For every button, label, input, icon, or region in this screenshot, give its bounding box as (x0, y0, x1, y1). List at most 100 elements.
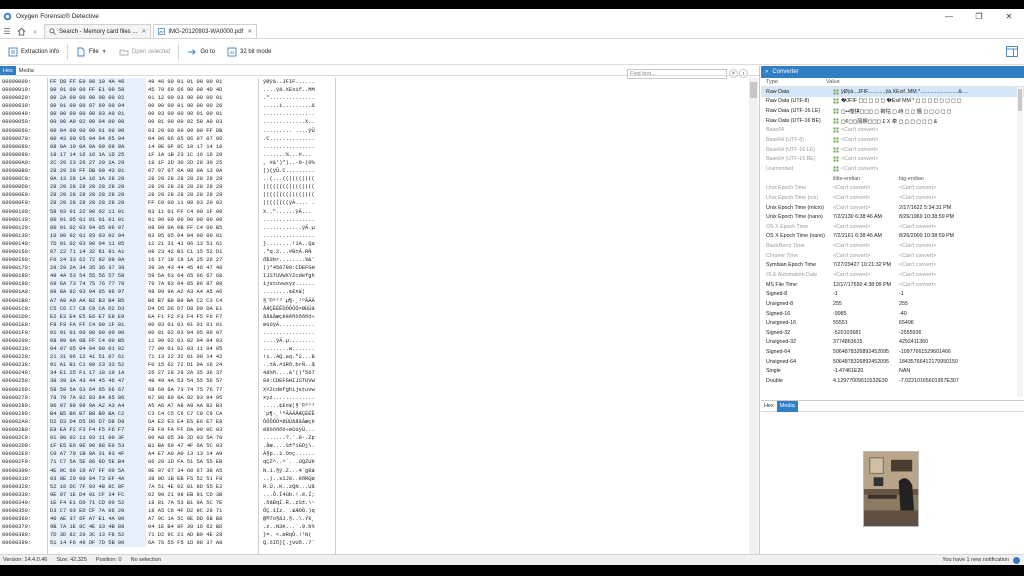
little-endian-value[interactable]: <Can't convert> (833, 272, 899, 278)
extraction-info-button[interactable]: Extraction info (4, 42, 63, 62)
hex-row[interactable]: 00000020: 00 2A 00 00 00 08 00 02 01 12 00… (0, 94, 760, 103)
hex-row[interactable]: 00000220: 21 31 06 12 41 51 07 61 71 13 22… (0, 353, 760, 362)
hex-bytes-low[interactable]: 7D 01 02 03 00 04 11 05 (50, 239, 146, 248)
converter-row[interactable]: Base64 <Can't convert> (761, 126, 1024, 136)
hex-bytes-low[interactable]: 34 E1 25 F1 17 18 19 1A (50, 369, 146, 378)
hex-ascii[interactable]: ............ÿÄ.µ (263, 224, 315, 232)
big-endian-value[interactable]: -7.02210165601957E307 (899, 378, 959, 384)
hex-bytes-high[interactable]: 00 01 00 00 02 58 A0 03 (148, 118, 244, 126)
hex-bytes-low[interactable]: 00 00 00 00 00 03 A0 01 (50, 110, 146, 119)
hex-ascii[interactable]: ÅÆÇÈÉÊÒÓÔÕÖ×ØÙÚá (263, 305, 315, 313)
hex-row[interactable]: 00000030: 00 01 00 00 87 69 00 04 00 00 00… (0, 102, 760, 111)
hex-ascii[interactable]: éêòóôõö÷øùúÿÚ... (263, 426, 315, 434)
hex-bytes-high[interactable]: 07 07 07 0A 08 0A 13 0A (148, 167, 244, 175)
converter-value[interactable]: <Can't convert> (841, 147, 1021, 153)
hex-ascii[interactable]: qÇZ^..^´. .úQZUë (263, 458, 315, 466)
hex-bytes-low[interactable]: 9E 07 1E D4 01 CF 34 FC (50, 490, 146, 499)
hex-bytes-high[interactable]: 28 28 28 28 28 28 28 28 (148, 175, 244, 183)
hex-bytes-low[interactable]: 08 09 0A 0B FF C4 00 B5 (50, 337, 146, 346)
minimize-button[interactable]: — (934, 9, 964, 24)
notification-icon[interactable] (1013, 556, 1020, 564)
hex-bytes-low[interactable]: 2C 20 23 26 27 29 2A 29 (50, 158, 146, 168)
hex-bytes-low[interactable]: 08 0A 10 0A 0A 09 09 0A (50, 142, 146, 151)
hex-ascii[interactable]: âãäåæçèéêñòóôõö÷ (263, 313, 315, 321)
hex-bytes-high[interactable]: 79 7A 83 84 85 86 87 88 (148, 280, 244, 288)
hex-bytes-high[interactable]: 9E 07 07 34 60 67 38 A5 (148, 467, 244, 475)
tab-media-preview[interactable]: Media (776, 400, 798, 412)
home-icon[interactable] (14, 24, 28, 38)
hex-bytes-high[interactable]: 45 78 69 66 00 00 4D 4D (148, 86, 244, 94)
hex-ascii[interactable]: øùúÿÄ........... (263, 321, 315, 329)
open-selected-button[interactable]: Open selected (115, 42, 175, 62)
hex-bytes-low[interactable]: F0 24 33 62 72 82 09 0A (50, 256, 146, 265)
hex-bytes-high[interactable]: 03 05 05 04 04 00 00 01 (148, 232, 244, 240)
converter-value[interactable]: <Can't convert> (841, 137, 1021, 143)
hex-row[interactable]: 000002B0: E9 EA F2 F3 F4 F5 F6 F7 F8 F9 FA… (0, 426, 760, 435)
hex-row[interactable]: 00000300: 4E 0C 69 10 A7 FF 00 5A 9E 07 07… (0, 466, 760, 475)
hex-row[interactable]: 00000160: F0 24 33 62 72 82 09 0A 16 17 18… (0, 256, 760, 265)
hex-row[interactable]: 00000310: 03 8E 29 00 84 73 EF 4A 38 0D 1B… (0, 474, 760, 483)
hex-ascii[interactable]: .C.............. (263, 135, 315, 143)
converter-row[interactable]: OS X Epoch Time <Can't convert> <Can't con… (761, 222, 1024, 232)
converter-row[interactable]: Unsigned-64 5064878326892452095 1843576641… (761, 357, 1024, 367)
big-endian-value[interactable]: 8/26/1969 10:38:59 PM (899, 214, 954, 220)
go-to-button[interactable]: Go to (183, 42, 219, 62)
hex-bytes-high[interactable]: 49 46 00 01 01 00 00 01 (148, 78, 244, 86)
hex-row[interactable]: 00000340: 1E F4 E1 D0 71 CD 00 52 18 81 7A… (0, 498, 760, 507)
double-chevron-right-icon[interactable]: » (765, 69, 768, 75)
hex-row[interactable]: 000000B0: 28 29 28 FF DB 00 43 01 07 07 07… (0, 167, 760, 176)
hex-bytes-low[interactable]: 28 29 2A 34 35 36 37 38 (50, 264, 146, 273)
big-endian-value[interactable]: -10977661529601466 (899, 349, 951, 355)
hex-row[interactable]: 00000130: 10 00 02 01 03 03 02 04 03 05 05… (0, 231, 760, 240)
copy-icon[interactable] (833, 89, 839, 95)
hex-bytes-low[interactable]: B4 B5 B6 B7 B8 B9 BA C2 (50, 409, 146, 418)
hex-row[interactable]: 00000010: 00 01 00 00 FF E1 00 58 45 78 69… (0, 86, 760, 95)
hex-row[interactable]: 000000C0: 0A 13 28 1A 16 1A 28 28 28 28 28… (0, 175, 760, 184)
hex-ascii[interactable]: 4á%ñ....&'()*567 (263, 369, 315, 377)
hex-ascii[interactable]: ."q.2...#B±Á.RÑ (263, 248, 312, 256)
hex-ascii[interactable]: .......%...#... (263, 151, 315, 159)
hex-bytes-low[interactable]: 58 59 5A 63 64 65 66 67 (50, 385, 146, 394)
tab-search-memory-card[interactable]: Search - Memory card files ... ✕ (44, 24, 152, 38)
hex-bytes-high[interactable]: 86 20 1D FA 51 5A 55 EB (148, 458, 244, 466)
converter-row[interactable]: Signed-16 -9985 -40 (761, 309, 1024, 319)
hex-bytes-low[interactable]: 28 28 28 28 28 28 28 28 (50, 191, 146, 200)
hex-bytes-high[interactable]: 18 A5 C6 4F D2 9C 29 71 (148, 507, 244, 515)
hex-row[interactable]: 00000120: 00 01 02 03 04 05 06 07 08 09 0A… (0, 223, 760, 232)
converter-row[interactable]: Raw Data (UTF-8) �JFIF ◻◻ ◻ ◻ ◻ �Exif MM … (761, 97, 1024, 107)
file-menu-button[interactable]: File ▼ (72, 42, 111, 62)
hex-row[interactable]: 00000250: 38 39 3A 43 44 45 46 47 48 49 4A… (0, 377, 760, 386)
little-endian-value[interactable]: 4.12977009611532E30 (833, 378, 899, 384)
big-endian-value[interactable]: 8/26/2000 10:38:59 PM (899, 233, 954, 239)
copy-icon[interactable] (833, 156, 839, 162)
big-endian-value[interactable]: -1 (899, 291, 904, 297)
little-endian-value[interactable]: 7/2/2161 6:38:46 AM (833, 233, 899, 239)
hex-bytes-low[interactable]: 00 04 00 00 00 01 00 00 (50, 126, 146, 135)
hex-row[interactable]: 000000E0: 28 28 28 28 28 28 28 28 28 28 28… (0, 191, 760, 200)
converter-value[interactable]: <Can't convert> (841, 127, 1021, 133)
converter-row[interactable]: Unix Epoch Time (micro) <Can't convert> 2/… (761, 203, 1024, 213)
hex-ascii[interactable]: §¨©ª²³´µ¶·¸¹ºÂÃÄ (263, 297, 315, 305)
converter-row[interactable]: Unix Epoch Time (ms) <Can't convert> <Can'… (761, 193, 1024, 203)
hex-row[interactable]: 000001C0: C5 C6 C7 C8 C9 CA D2 D3 D4 D5 D6… (0, 304, 760, 313)
hex-ascii[interactable]: ()*456789:CDEFGH (263, 264, 315, 272)
big-endian-value[interactable]: 18435766412179950150 (899, 359, 958, 365)
clear-search-icon[interactable]: × (729, 69, 738, 78)
hex-row[interactable]: 000002F0: 71 C7 5A 5E 86 9D 5E B4 86 20 1D… (0, 458, 760, 467)
copy-icon[interactable] (833, 166, 839, 172)
hex-row[interactable]: 000001D0: E2 E3 E4 E5 E6 E7 E8 E9 EA F1 F2… (0, 312, 760, 321)
close-button[interactable]: ✕ (994, 9, 1024, 24)
hex-bytes-low[interactable]: 00 01 00 00 87 69 00 04 (50, 102, 146, 111)
tab-media[interactable]: Media (16, 66, 37, 75)
hex-bytes-low[interactable]: 58 03 01 22 00 02 11 01 (50, 207, 146, 216)
tab-img-pdf[interactable]: IMG-20120903-WA0000.pdf ✕ (153, 24, 258, 38)
hex-row[interactable]: 00000230: 91 A1 B1 C1 09 23 33 52 F0 15 62… (0, 361, 760, 370)
hex-bytes-high[interactable]: 28 28 28 28 28 28 28 28 (148, 191, 244, 199)
hex-bytes-low[interactable]: 00 01 00 00 FF E1 00 58 (50, 86, 146, 95)
tab-hex-preview[interactable]: Hex (761, 401, 777, 412)
hex-row[interactable]: 000001A0: 89 8A 92 93 94 95 96 97 98 99 9A… (0, 288, 760, 297)
little-endian-value[interactable]: 7/27/29427 10:21:32 PM (833, 262, 899, 268)
hex-bytes-low[interactable]: 9B 7A 1E 8C 4E 33 4B 88 (50, 523, 146, 532)
notification-text[interactable]: You have 1 new notification (942, 557, 1009, 563)
little-endian-value[interactable]: <Can't convert> (833, 253, 899, 259)
